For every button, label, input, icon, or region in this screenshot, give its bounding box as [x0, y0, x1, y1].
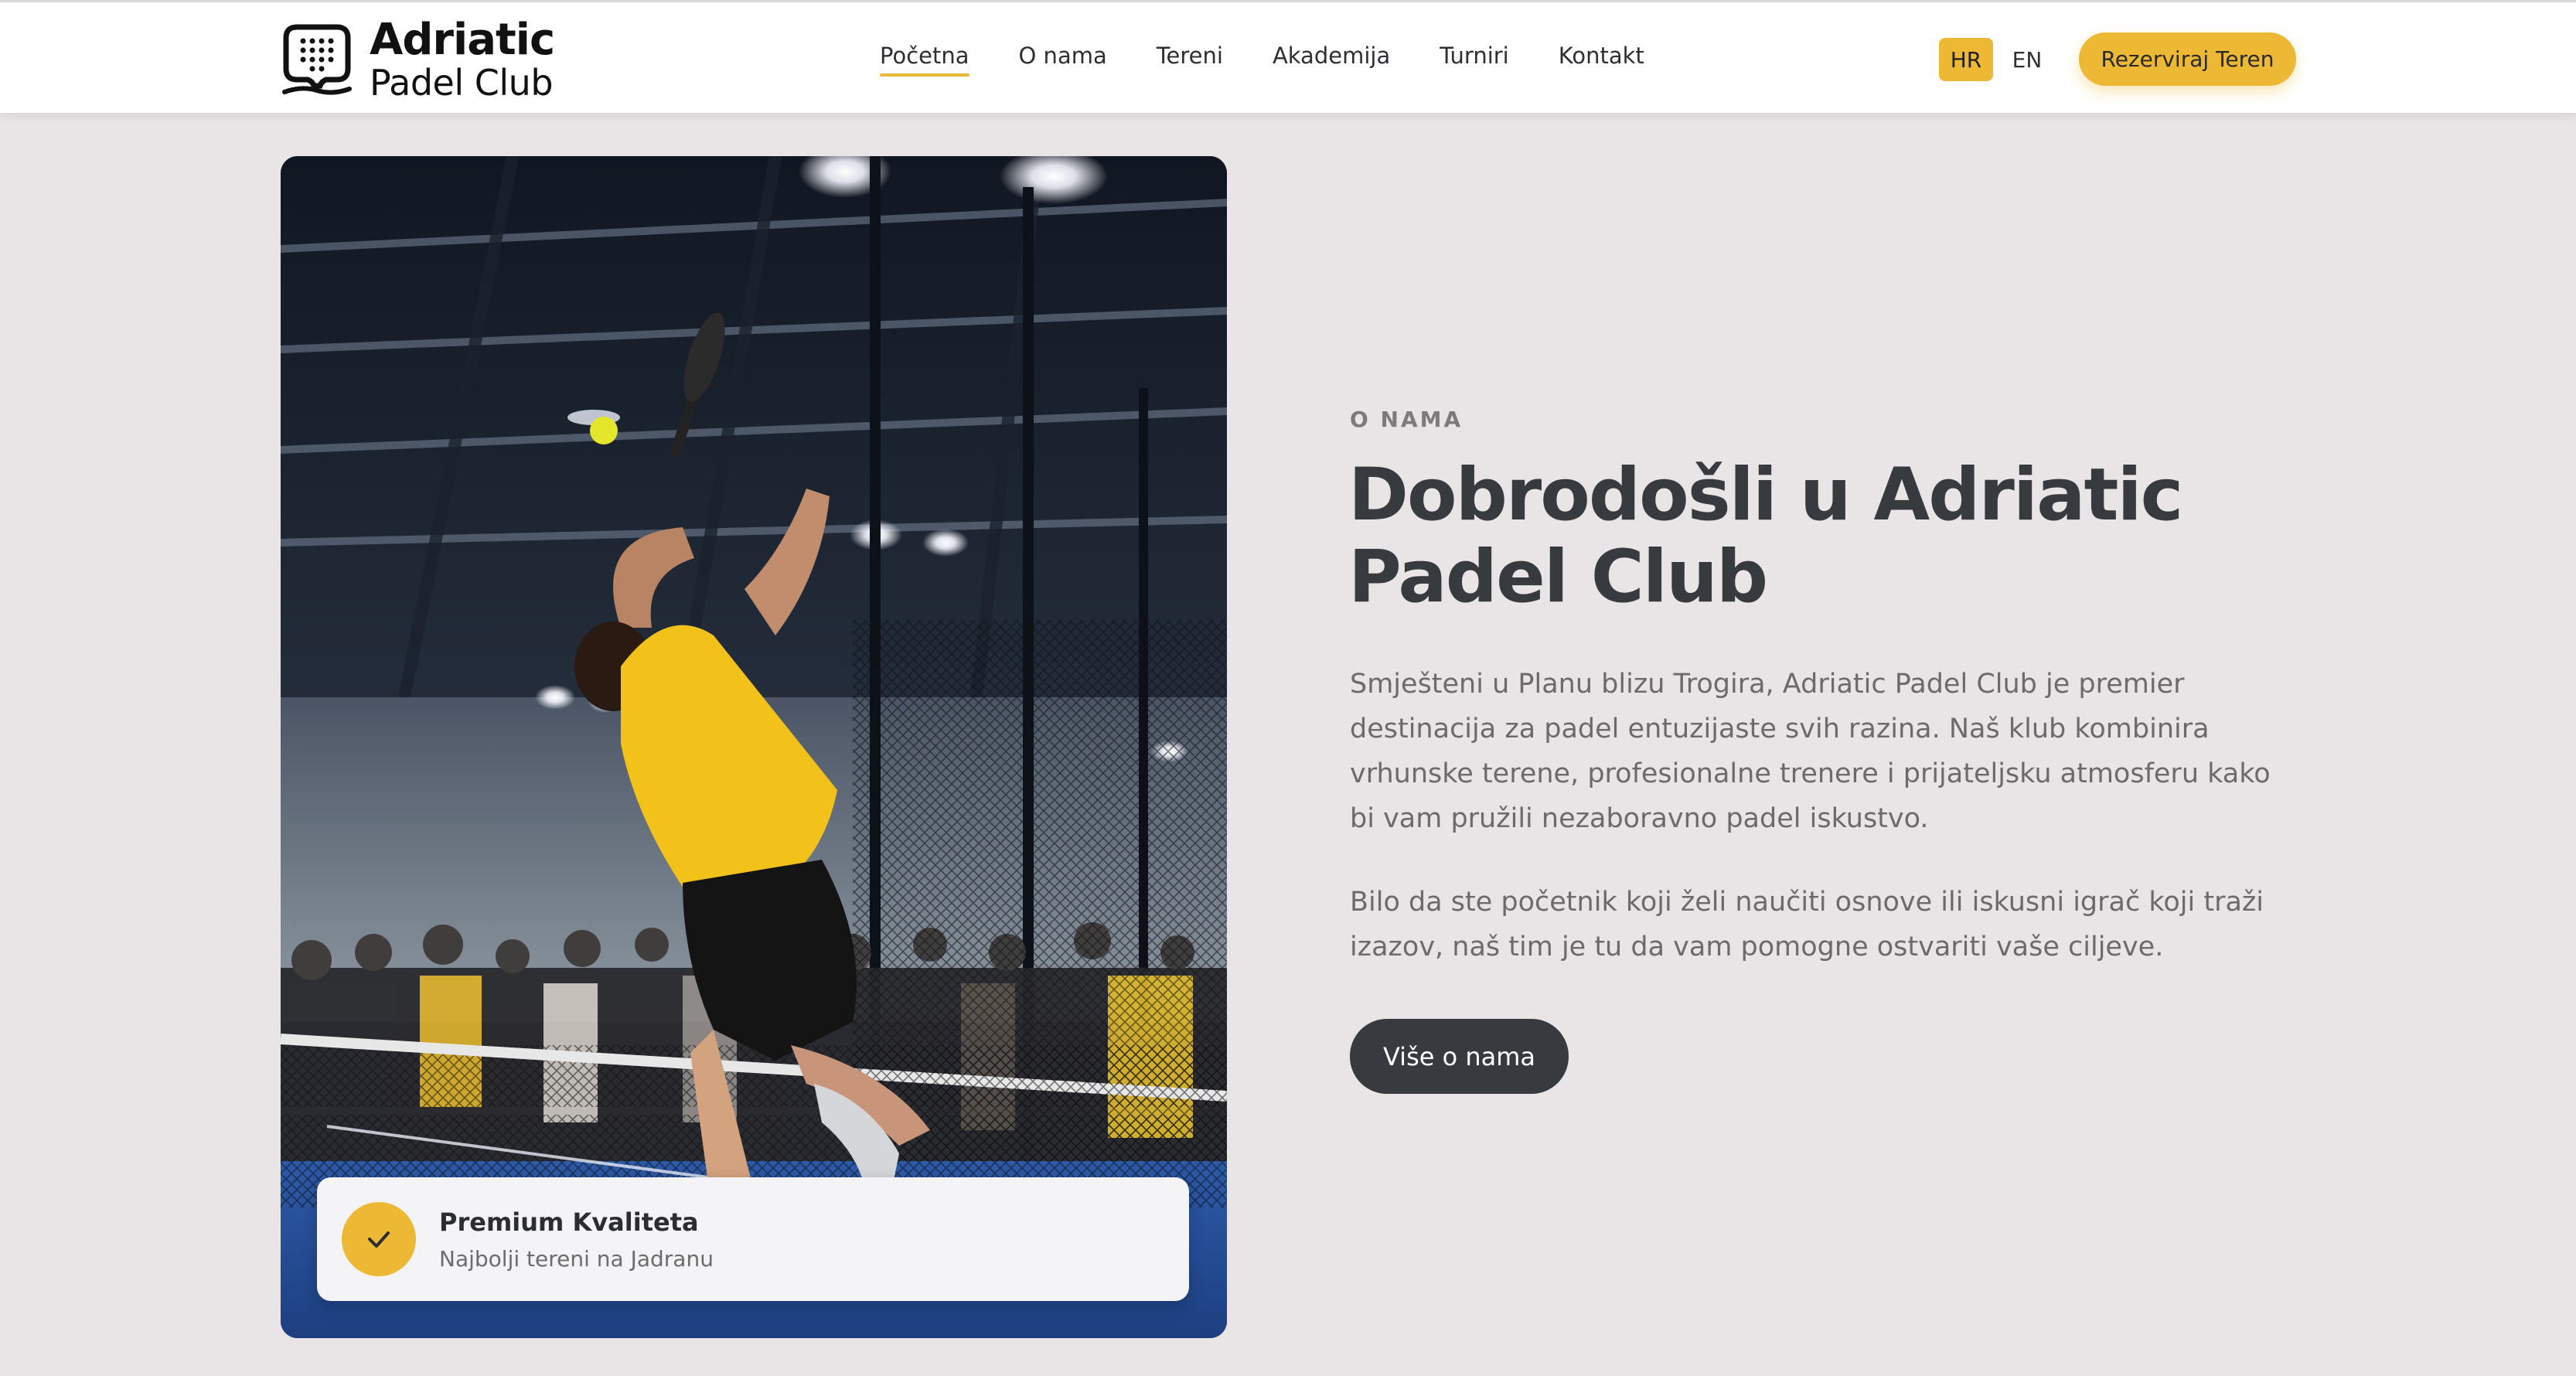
nav-item-o-nama[interactable]: O nama: [1019, 43, 1107, 75]
nav-item-turniri[interactable]: Turniri: [1440, 43, 1509, 75]
main-nav: Početna O nama Tereni Akademija Turniri …: [880, 43, 1694, 77]
nav-item-tereni[interactable]: Tereni: [1157, 43, 1223, 75]
brand-subname: Padel Club: [370, 62, 554, 104]
nav-item-pocetna[interactable]: Početna: [880, 43, 969, 77]
secondary-paragraph: Bilo da ste početnik koji želi naučiti o…: [1350, 887, 2264, 962]
badge-title: Premium Kvaliteta: [439, 1207, 699, 1237]
intro-paragraph: Smješteni u Planu blizu Trogira, Adriati…: [1350, 669, 2271, 834]
site-header: Adriatic Padel Club Početna O nama Teren…: [0, 0, 2576, 113]
brand-name: Adriatic: [370, 15, 555, 65]
book-court-button[interactable]: Rezerviraj Teren: [2079, 32, 2296, 86]
section-kicker: O NAMA: [1350, 407, 1463, 432]
nav-item-akademija[interactable]: Akademija: [1273, 43, 1390, 75]
premium-quality-badge: Premium Kvaliteta Najbolji tereni na Jad…: [317, 1177, 1189, 1301]
check-icon: [342, 1202, 416, 1276]
page-title: Dobrodošli u Adriatic Padel Club: [1348, 453, 2183, 619]
more-about-us-button[interactable]: Više o nama: [1350, 1019, 1569, 1094]
language-hr-button[interactable]: HR: [1939, 38, 1993, 81]
nav-item-kontakt[interactable]: Kontakt: [1559, 43, 1644, 75]
padel-racket-logo-icon: [282, 24, 352, 95]
padel-player-photo: [281, 156, 1227, 1338]
site-logo[interactable]: Adriatic Padel Club: [278, 15, 555, 104]
padel-hall-illustration: [281, 156, 1227, 1338]
language-en-button[interactable]: EN: [2004, 38, 2050, 81]
badge-subtitle: Najbolji tereni na Jadranu: [439, 1245, 714, 1272]
